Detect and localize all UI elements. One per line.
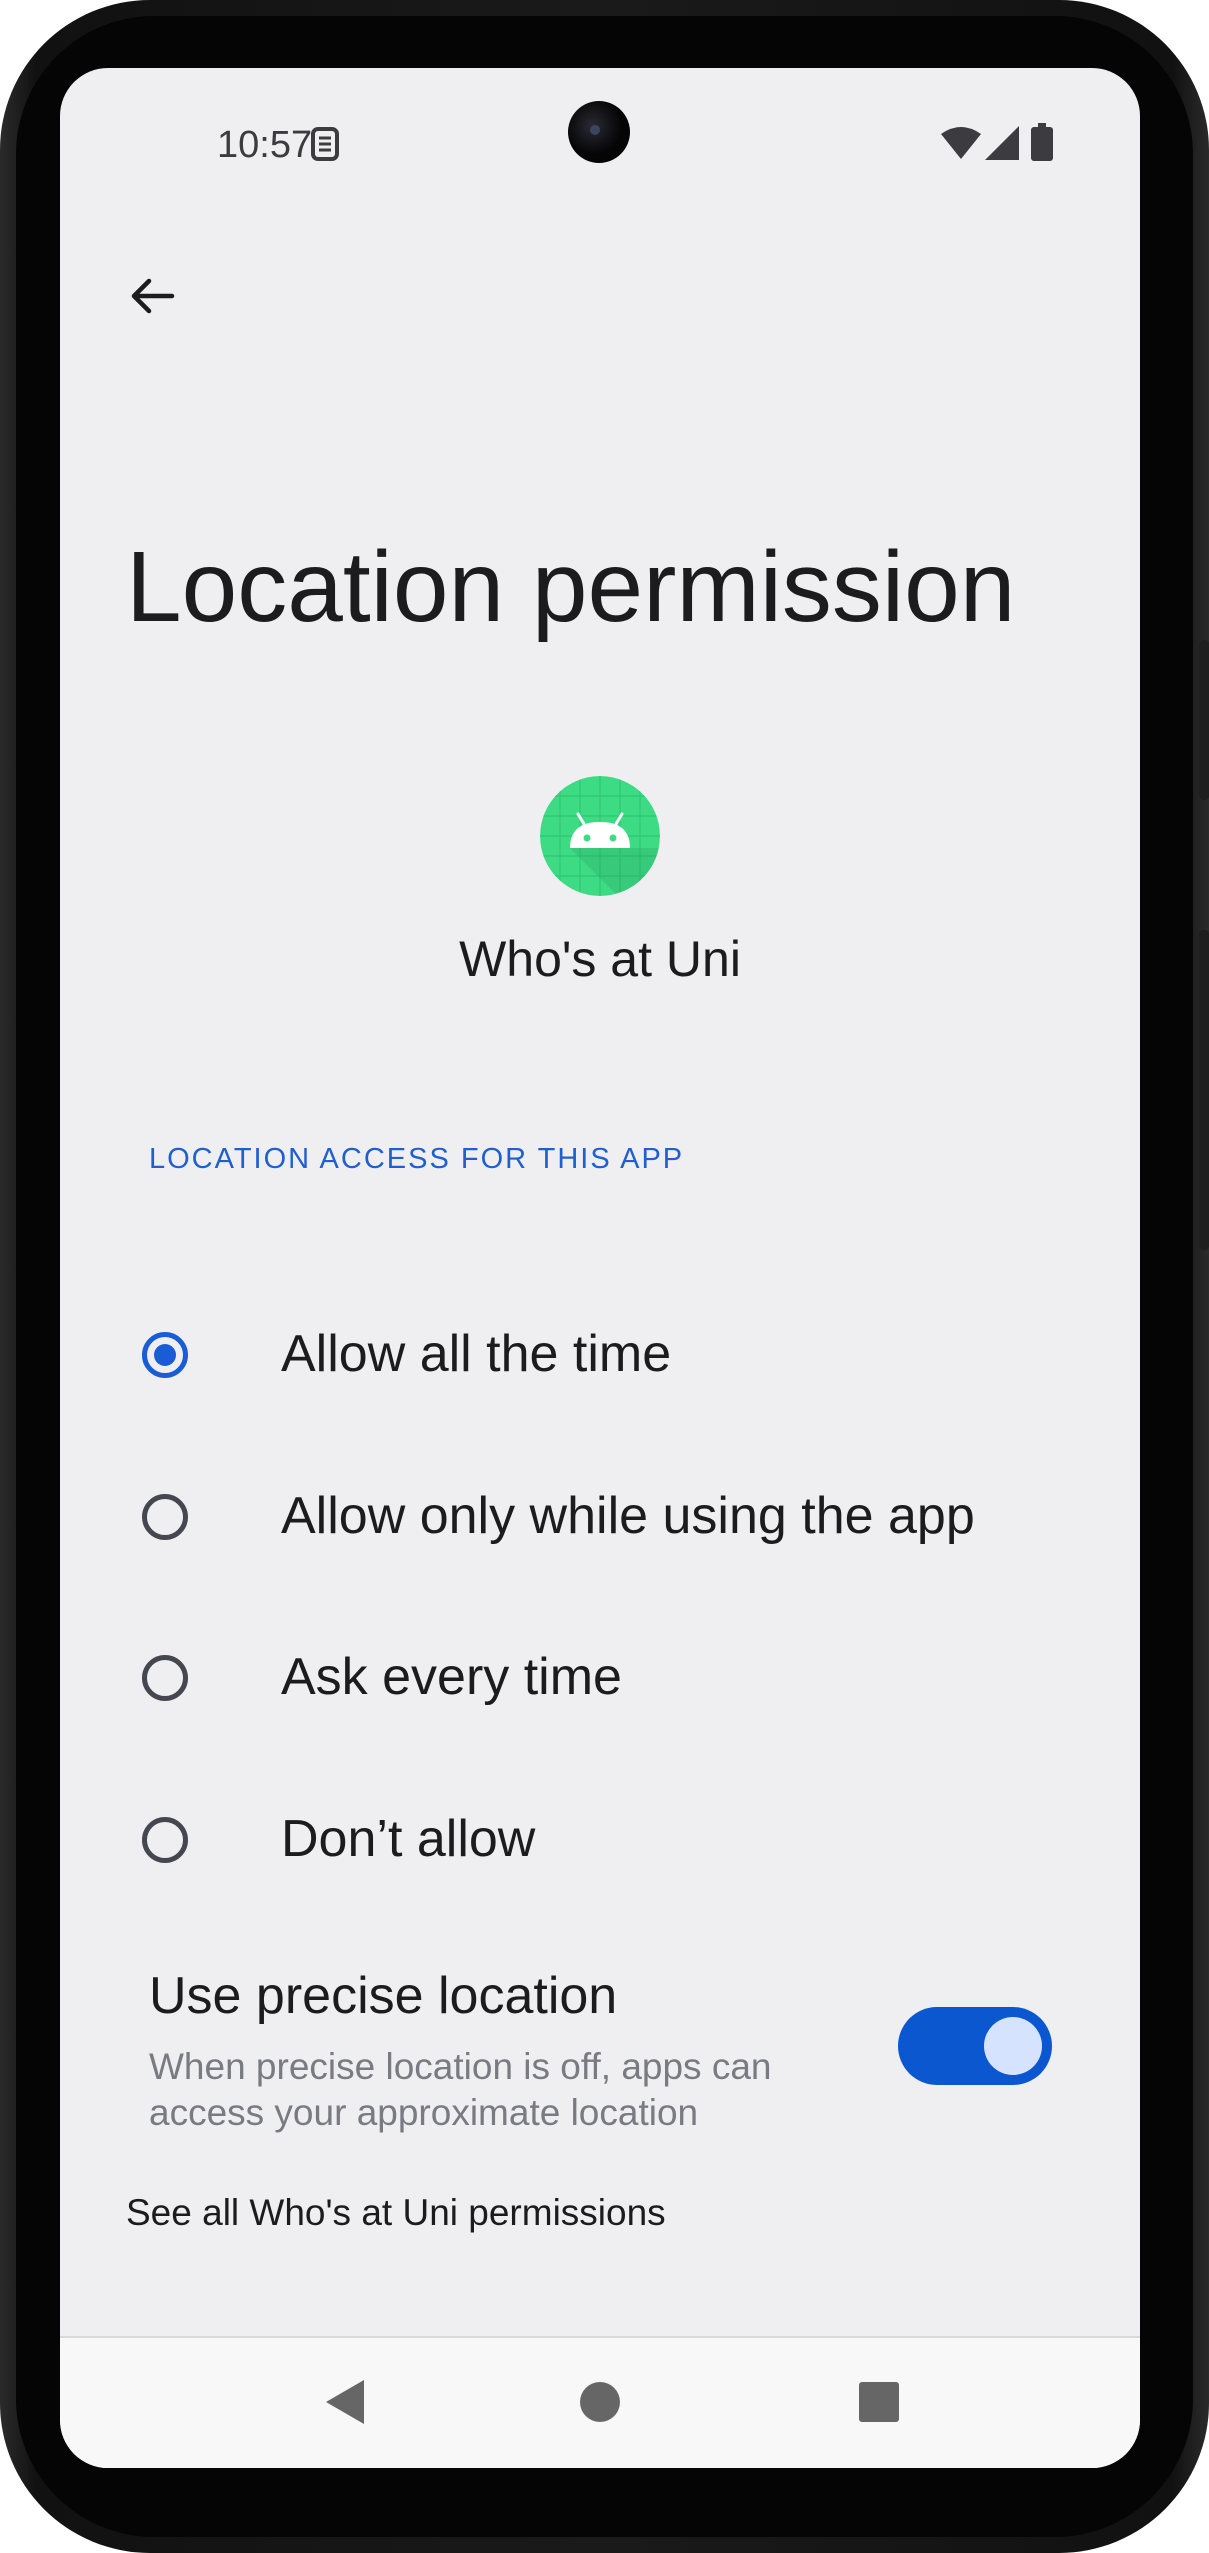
nav-recents-button[interactable]	[849, 2374, 909, 2434]
back-button[interactable]	[102, 248, 202, 348]
option-ask-every-time[interactable]: Ask every time	[60, 1603, 1140, 1753]
battery-icon	[1031, 123, 1053, 166]
volume-rocker	[1199, 930, 1209, 1250]
nav-home-icon	[579, 2381, 621, 2428]
precise-location-summary: When precise location is off, apps can a…	[149, 2046, 772, 2133]
nav-back-icon	[322, 2378, 366, 2431]
wifi-icon	[941, 126, 981, 165]
nav-recents-icon	[858, 2381, 900, 2428]
option-label: Allow only while using the app	[281, 1487, 975, 1545]
option-dont-allow[interactable]: Don’t allow	[60, 1765, 1140, 1915]
screen: 10:57 Location permission Who's at Uni L…	[60, 68, 1140, 2468]
nav-back-button[interactable]	[314, 2374, 374, 2434]
cellular-signal-icon	[985, 126, 1019, 165]
page-title: Location permission	[126, 531, 1016, 643]
precise-location-toggle[interactable]	[898, 2007, 1052, 2085]
arrow-back-icon	[127, 271, 177, 326]
option-label: Ask every time	[281, 1648, 622, 1706]
option-label: Allow all the time	[281, 1325, 672, 1383]
section-header: LOCATION ACCESS FOR THIS APP	[149, 1143, 685, 1175]
radio-button-checked[interactable]	[142, 1332, 188, 1378]
android-robot-icon	[540, 776, 660, 896]
status-time: 10:57	[217, 124, 313, 166]
toggle-thumb	[984, 2017, 1042, 2075]
power-button	[1199, 640, 1209, 800]
option-allow-while-using[interactable]: Allow only while using the app	[60, 1442, 1140, 1592]
precise-location-setting[interactable]: Use precise location When precise locati…	[60, 1966, 1140, 2166]
sim-toolkit-icon	[310, 126, 340, 167]
radio-button[interactable]	[142, 1655, 188, 1701]
option-allow-all-the-time[interactable]: Allow all the time	[60, 1280, 1140, 1430]
front-camera	[568, 101, 630, 163]
option-label: Don’t allow	[281, 1810, 536, 1868]
radio-button[interactable]	[142, 1494, 188, 1540]
navigation-bar	[60, 2336, 1140, 2468]
app-name: Who's at Uni	[459, 931, 741, 987]
nav-home-button[interactable]	[570, 2374, 630, 2434]
phone-frame: 10:57 Location permission Who's at Uni L…	[0, 0, 1209, 2553]
radio-button[interactable]	[142, 1817, 188, 1863]
status-bar: 10:57	[60, 68, 1140, 208]
see-all-permissions-link[interactable]: See all Who's at Uni permissions	[126, 2192, 666, 2234]
precise-location-title: Use precise location	[149, 1967, 618, 2025]
